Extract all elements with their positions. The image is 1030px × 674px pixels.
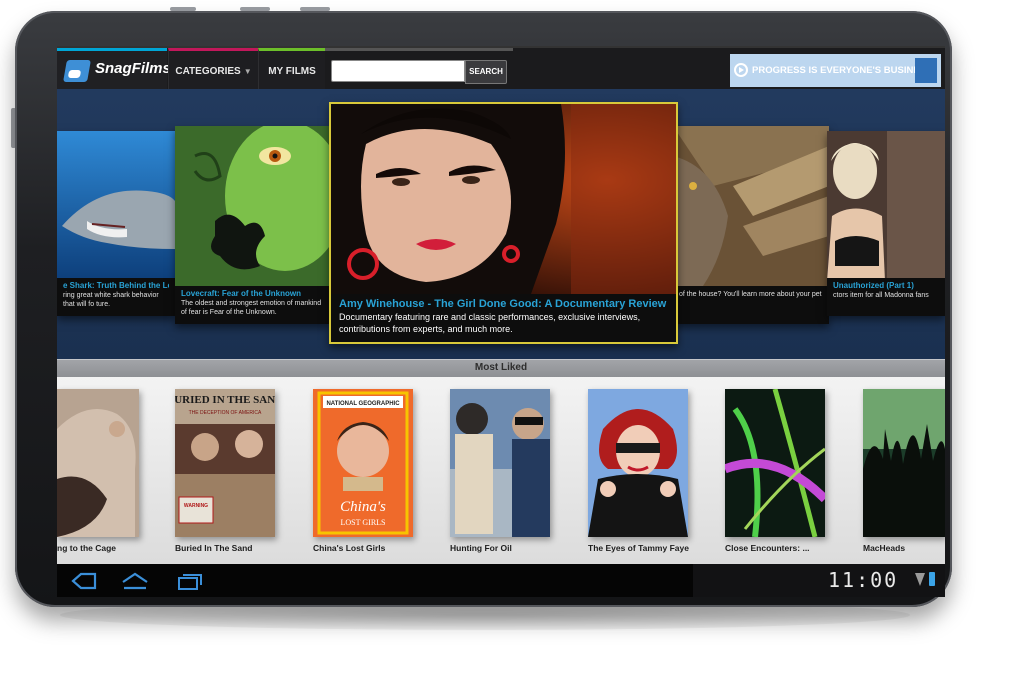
snagfilms-logo[interactable]: SnagFilms [57,48,171,92]
card-title: Lovecraft: Fear of the Unknown [181,289,302,298]
poster-hunting-for-oil[interactable] [450,389,550,537]
china-poster-art: NATIONAL GEOGRAPHIC China's LOST GIRLS [313,389,413,537]
buried-poster-art: BURIED IN THE SAND THE DECEPTION OF AMER… [175,389,275,537]
carousel-card-madonna[interactable]: Unauthorized (Part 1) ctors item for all… [827,131,945,316]
card-description: ctors item for all Madonna fans [833,292,929,299]
poster-title-text: China's [340,499,386,515]
ad-text: PROGRESS IS EVERYONE'S BUSINESS [752,65,933,76]
poster-title-text: BURIED IN THE SAND [175,394,275,406]
status-area[interactable] [693,564,945,597]
poster-subtitle-text: THE DECEPTION OF AMERICA [189,410,262,416]
featured-carousel: e Shark: Truth Behind the Legend ring gr… [57,89,945,359]
play-circle-icon [734,63,748,77]
clock: 11:00 [828,568,899,592]
home-icon[interactable] [120,571,150,591]
tammy-poster-art [588,389,688,537]
poster-label[interactable]: The Eyes of Tammy Faye [588,543,689,553]
card-description: ring great white shark behavior that wil… [63,292,159,308]
shelf-title: Most Liked [474,362,528,373]
poster-label[interactable]: Buried In The Sand [175,543,252,553]
oil-poster-art [450,389,550,537]
back-icon[interactable] [69,571,99,591]
search-input[interactable] [331,60,465,82]
warning-text: WARNING [184,503,208,509]
sponsor-logo [915,58,937,83]
screen: SnagFilms CATEGORIES ▼ MY FILMS SEARCH PR… [57,46,945,597]
signal-icon [915,573,925,586]
cat-image [673,126,829,286]
battery-icon [929,572,935,586]
poster-label[interactable]: China's Lost Girls [313,543,385,553]
film-hand-icon [63,60,91,82]
poster-brand-text: NATIONAL GEOGRAPHIC [326,401,400,407]
featured-title: Amy Winehouse - The Girl Done Good: A Do… [339,298,667,310]
most-liked-shelf: ng to the Cage BURIED IN THE SAND THE DE… [57,377,945,564]
poster-label[interactable]: ng to the Cage [57,543,116,553]
amy-winehouse-image [331,104,676,294]
poster-subtitle-text: LOST GIRLS [341,518,386,527]
poster-close-encounters[interactable] [725,389,825,537]
poster-macheads[interactable] [863,389,945,537]
chevron-down-icon: ▼ [243,67,252,76]
lovecraft-image [175,126,330,286]
poster-label[interactable]: Close Encounters: ... [725,543,810,553]
carousel-card-shark[interactable]: e Shark: Truth Behind the Legend ring gr… [57,131,175,316]
categories-tab[interactable]: CATEGORIES ▼ [168,48,258,92]
cage-poster-art [57,389,139,537]
most-liked-header: Most Liked [57,359,945,384]
madonna-image [827,131,945,281]
carousel-card-featured[interactable]: Amy Winehouse - The Girl Done Good: A Do… [329,102,678,344]
system-bar: 11:00 [57,564,945,597]
my-films-tab[interactable]: MY FILMS [258,48,325,92]
carousel-card-lovecraft[interactable]: Lovecraft: Fear of the Unknown The oldes… [175,126,330,324]
ad-banner[interactable]: PROGRESS IS EVERYONE'S BUSINESS [730,54,941,87]
recent-apps-icon[interactable] [175,571,205,591]
brand-name: SnagFilms [95,60,171,77]
app-header: SnagFilms CATEGORIES ▼ MY FILMS SEARCH PR… [57,46,945,92]
poster-buried-in-the-sand[interactable]: BURIED IN THE SAND THE DECEPTION OF AMER… [175,389,275,537]
poster-label[interactable]: Hunting For Oil [450,543,512,553]
poster-label[interactable]: MacHeads [863,543,905,553]
shark-image [57,131,175,281]
featured-description: Documentary featuring rare and classic p… [339,312,641,334]
macheads-poster-art [863,389,945,537]
card-description: of the house? You'll learn more about yo… [679,291,822,298]
card-title: e Shark: Truth Behind the Legend [63,281,169,290]
encounters-poster-art [725,389,825,537]
poster-chinas-lost-girls[interactable]: NATIONAL GEOGRAPHIC China's LOST GIRLS [313,389,413,537]
categories-label: CATEGORIES [175,66,241,77]
poster-eyes-of-tammy-faye[interactable] [588,389,688,537]
poster-cage[interactable] [57,389,139,537]
card-description: The oldest and strongest emotion of mank… [181,300,322,316]
my-films-label: MY FILMS [268,66,316,77]
card-title: Unauthorized (Part 1) [833,281,914,290]
search-bar: SEARCH [325,48,513,92]
tablet-frame: SnagFilms CATEGORIES ▼ MY FILMS SEARCH PR… [15,11,952,607]
carousel-card-cat[interactable]: of the house? You'll learn more about yo… [673,126,829,324]
search-button[interactable]: SEARCH [465,60,507,84]
